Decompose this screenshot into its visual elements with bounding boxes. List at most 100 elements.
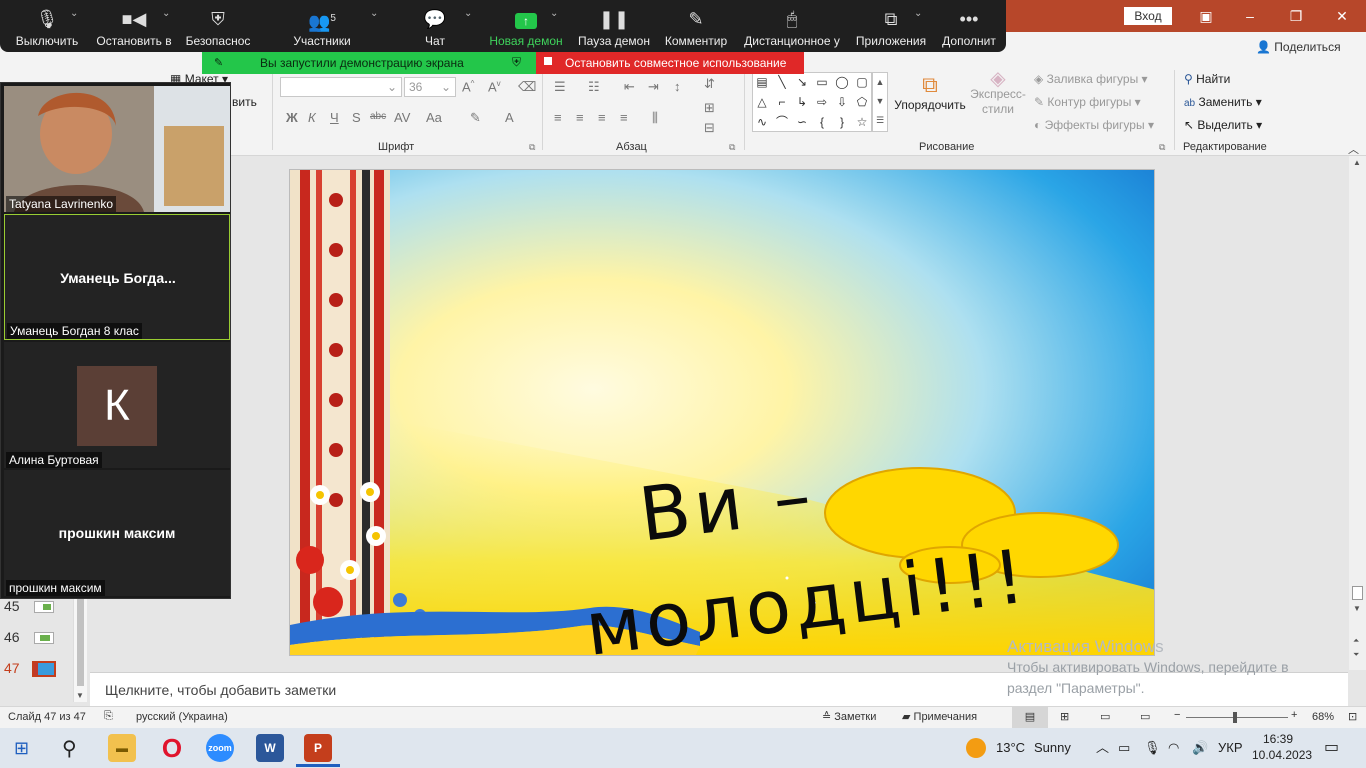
triangle-shape-icon[interactable]: △ — [755, 95, 769, 109]
arrow-line-shape-icon[interactable]: ↘ — [795, 75, 809, 89]
smartart-icon[interactable]: ⊟ — [704, 120, 715, 136]
zoom-slider-thumb[interactable] — [1232, 712, 1237, 723]
share-button[interactable]: 👤 Поделиться — [1256, 40, 1341, 54]
numbering-icon[interactable]: ☷ — [588, 79, 600, 95]
language-indicator[interactable]: русский (Украина) — [136, 711, 228, 723]
chevron-up-icon[interactable]: ︿ — [1096, 728, 1109, 768]
columns-icon[interactable]: ⫼ — [652, 110, 658, 126]
shape-fill-button[interactable]: ◈ Заливка фигуры ▾ — [1034, 72, 1148, 86]
remote-control-button[interactable]: 🖱 Дистанционное у — [742, 0, 842, 52]
word-icon[interactable]: W — [256, 734, 284, 762]
chevron-down-icon[interactable]: ⌄ — [370, 8, 378, 19]
font-family-combo[interactable]: ⌄ — [280, 77, 402, 97]
chevron-down-icon[interactable]: ⌄ — [914, 8, 922, 19]
strikethrough-button[interactable]: abc — [370, 111, 386, 122]
weather-sun-icon[interactable] — [966, 738, 986, 758]
zoom-level[interactable]: 68% — [1312, 711, 1334, 723]
weather-description[interactable]: Sunny — [1034, 728, 1071, 768]
align-text-icon[interactable]: ⊞ — [704, 100, 715, 116]
increase-indent-icon[interactable]: ⇥ — [648, 79, 659, 95]
select-button[interactable]: ↖ Выделить ▾ — [1184, 118, 1262, 132]
scroll-up-arrow-icon[interactable]: ▲ — [1353, 158, 1361, 167]
reading-view-icon[interactable]: ▭ — [1100, 710, 1110, 723]
notifications-icon[interactable]: ▭ — [1324, 728, 1339, 768]
slide-vertical-scrollbar[interactable]: ▲ ▼ ⏶ ⏷ — [1349, 156, 1366, 670]
shape-outline-button[interactable]: ✎ Контур фигуры ▾ — [1034, 95, 1141, 109]
rectangle-shape-icon[interactable]: ▭ — [815, 75, 829, 89]
text-direction-icon[interactable]: ⇵ — [704, 76, 715, 92]
ribbon-display-icon[interactable]: ▣ — [1186, 4, 1226, 28]
accessibility-icon[interactable]: ⎘ — [104, 710, 113, 723]
find-button[interactable]: ⚲ Найти — [1184, 72, 1230, 86]
scrollbar-thumb[interactable] — [77, 596, 84, 686]
weather-temperature[interactable]: 13°C — [996, 728, 1025, 768]
chevron-down-icon[interactable]: ⌄ — [70, 8, 78, 19]
stop-share-button[interactable]: Остановить совместное использование — [536, 52, 804, 74]
shadow-button[interactable]: S — [352, 110, 361, 125]
grow-font-button[interactable]: A^ — [462, 79, 474, 94]
microphone-icon[interactable]: 🎙 — [1144, 728, 1161, 768]
zoom-in-icon[interactable]: + — [1291, 709, 1297, 721]
chevron-down-icon[interactable]: ⌄ — [162, 8, 170, 19]
slide-sorter-icon[interactable]: ⊞ — [1060, 710, 1069, 723]
login-button[interactable]: Вход — [1124, 7, 1172, 25]
dialog-launcher-icon[interactable]: ⧉ — [529, 142, 535, 153]
keyboard-language[interactable]: УКР — [1218, 728, 1243, 768]
clock[interactable]: 16:39 10.04.2023 — [1252, 731, 1312, 763]
pin-icon[interactable]: ✎ — [214, 56, 223, 69]
align-center-icon[interactable]: ≡ — [576, 110, 584, 125]
reset-button[interactable]: вить — [232, 95, 257, 109]
decrease-indent-icon[interactable]: ⇤ — [624, 79, 635, 95]
scrollbar-thumb[interactable] — [1352, 586, 1363, 600]
font-color-button[interactable]: A — [505, 110, 514, 125]
dialog-launcher-icon[interactable]: ⧉ — [729, 142, 735, 153]
fit-to-window-icon[interactable]: ⊡ — [1348, 710, 1357, 723]
chat-button[interactable]: 💬 Чат — [410, 0, 460, 52]
clear-formatting-icon[interactable]: ⌫ — [518, 79, 536, 95]
character-spacing-button[interactable]: AV — [394, 110, 410, 125]
left-brace-shape-icon[interactable]: { — [815, 115, 829, 129]
close-button[interactable]: ✕ — [1322, 4, 1362, 28]
font-size-combo[interactable]: 36 ⌄ — [404, 77, 456, 97]
arc-shape-icon[interactable]: ⌒ — [775, 115, 789, 129]
pause-share-button[interactable]: ❚❚ Пауза демон — [576, 0, 652, 52]
zoom-out-icon[interactable]: − — [1174, 709, 1180, 721]
wifi-icon[interactable]: ◠ — [1168, 728, 1179, 768]
justify-icon[interactable]: ≡ — [620, 110, 628, 125]
bullets-icon[interactable]: ☰ — [554, 79, 566, 95]
slide-thumbnail[interactable] — [34, 601, 54, 613]
file-explorer-icon[interactable]: ▬ — [108, 734, 136, 762]
participants-button[interactable]: 👥5 Участники — [288, 0, 356, 52]
shape-effects-button[interactable]: ◐ Эффекты фигуры ▾ — [1034, 118, 1154, 132]
shapes-gallery[interactable]: ▤ ╲ ↘ ▭ ◯ ▢ △ ⌐ ↳ ⇨ ⇩ ⬠ ∿ ⌒ ∽ { } ☆ — [752, 72, 872, 132]
line-spacing-icon[interactable]: ↕ — [674, 79, 681, 94]
arrange-button[interactable]: ⧉ Упорядочить — [894, 72, 966, 112]
battery-icon[interactable]: ▭ — [1118, 728, 1130, 768]
shrink-font-button[interactable]: Av — [488, 79, 501, 94]
chevron-down-icon[interactable]: ⌄ — [550, 8, 558, 19]
participant-tile-active-speaker[interactable]: Уманець Богда... Уманець Богдан 8 клас — [4, 214, 230, 340]
elbow-connector-icon[interactable]: ⌐ — [775, 95, 789, 109]
highlight-icon[interactable]: ✎ — [470, 110, 481, 126]
down-arrow-shape-icon[interactable]: ⇩ — [835, 95, 849, 109]
dialog-launcher-icon[interactable]: ⧉ — [1159, 142, 1165, 153]
volume-icon[interactable]: 🔊 — [1192, 728, 1208, 768]
italic-button[interactable]: К — [308, 110, 316, 125]
star-shape-icon[interactable]: ☆ — [855, 115, 869, 129]
pentagon-shape-icon[interactable]: ⬠ — [855, 95, 869, 109]
windows-start-icon[interactable]: ⊞ — [14, 738, 29, 759]
scroll-down-arrow-icon[interactable]: ▼ — [76, 691, 84, 700]
next-slide-icon[interactable]: ⏷ — [1353, 650, 1359, 660]
current-slide[interactable]: Ви – молодці!!! — [289, 169, 1155, 656]
security-button[interactable]: ⛨ Безопаснос — [182, 0, 254, 52]
participant-tile[interactable]: Tatyana Lavrinenko — [4, 86, 230, 212]
annotate-button[interactable]: ✎ Комментир — [662, 0, 730, 52]
shield-check-icon[interactable]: ⛨ — [512, 55, 521, 70]
powerpoint-icon[interactable]: P — [304, 734, 332, 762]
slideshow-icon[interactable]: ▭ — [1140, 710, 1150, 723]
notes-toggle[interactable]: ≙ Заметки — [822, 710, 876, 723]
previous-slide-icon[interactable]: ⏶ — [1353, 636, 1359, 646]
participant-tile[interactable]: прошкин максим прошкин максим — [4, 470, 230, 596]
align-right-icon[interactable]: ≡ — [598, 110, 606, 125]
chevron-down-icon[interactable]: ⌄ — [464, 8, 472, 19]
